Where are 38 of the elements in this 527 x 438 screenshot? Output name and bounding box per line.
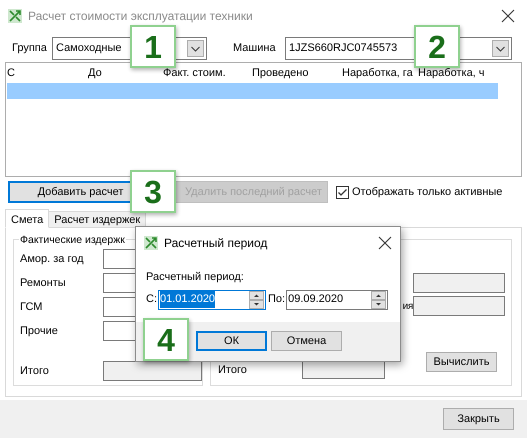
field-label: Расчетный период: (146, 270, 245, 285)
step-number-tooltip: 1 (130, 25, 176, 68)
date-field[interactable]: 09.09.2020 (286, 290, 388, 310)
column-header[interactable]: С (7, 64, 88, 82)
compute-button[interactable]: Вычислить (426, 352, 497, 372)
field-label: Прочие (20, 324, 59, 339)
field-label: С: (146, 292, 157, 308)
field-label: Ремонты (20, 276, 67, 291)
caret-icon (187, 40, 204, 56)
field-label: Машина (233, 40, 277, 56)
field-label: Амор. за год (20, 252, 85, 267)
checkbox[interactable] (336, 186, 349, 198)
field-label: ия (402, 300, 413, 314)
dialog-title: Расчетный период (164, 235, 268, 252)
field-label: По: (268, 292, 286, 308)
field-label: Итого (20, 364, 50, 379)
spinner-icon (249, 290, 264, 308)
close-icon (378, 236, 392, 250)
close-icon (501, 9, 515, 23)
chart-arrow-icon (144, 236, 158, 250)
close-button[interactable]: Закрыть (443, 408, 514, 430)
date-field[interactable]: 01.01.2020 (158, 290, 266, 310)
field-label: Группа (12, 40, 48, 56)
field-label: Итого (218, 363, 248, 378)
step-number-tooltip: 3 (130, 170, 176, 213)
checkbox-label: Отображать только активные (352, 184, 502, 200)
tab[interactable]: Смета (5, 209, 50, 228)
caret-icon (492, 40, 509, 56)
dialog-button[interactable]: ОК (196, 331, 267, 351)
tab[interactable]: Расчет издержек (48, 211, 146, 228)
step-number-tooltip: 2 (414, 25, 460, 68)
dialog-button[interactable]: Отмена (271, 331, 342, 351)
window-title: Расчет стоимости эксплуатации техники (28, 8, 253, 25)
chart-arrow-icon (8, 9, 22, 23)
step-number-tooltip: 4 (143, 318, 189, 361)
field-label: ГСМ (20, 300, 44, 315)
spinner-icon (371, 290, 386, 308)
column-header[interactable]: Проведено (252, 64, 342, 82)
